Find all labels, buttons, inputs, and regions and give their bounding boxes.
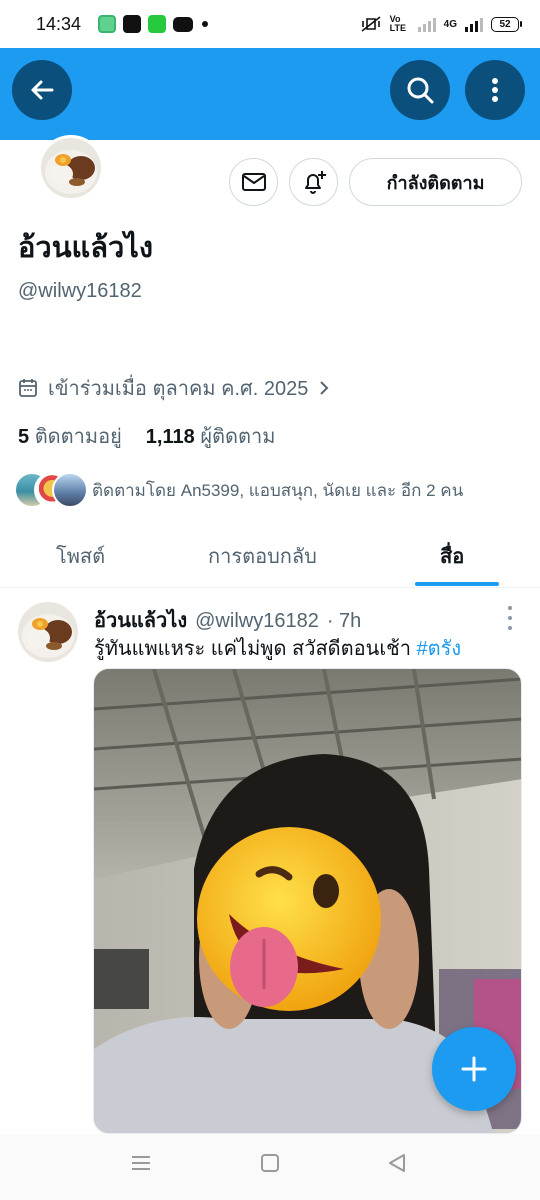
notification-dot <box>202 21 208 27</box>
home-square-icon <box>261 1154 279 1172</box>
status-bar: 14:34 Vo LTE 4G 52 <box>0 0 540 48</box>
status-time: 14:34 <box>36 13 82 34</box>
status-indicators: Vo LTE 4G 52 <box>360 15 522 33</box>
follow-stats: 5 ติดตามอยู่ 1,118 ผู้ติดตาม <box>18 420 275 452</box>
grab-icon <box>148 15 166 33</box>
following-count: 5 <box>18 426 30 448</box>
tab-media[interactable]: สื่อ <box>440 524 464 588</box>
line-icon <box>98 15 116 33</box>
mute-vibrate-icon <box>361 16 381 32</box>
compose-post-button[interactable] <box>432 1027 516 1111</box>
signal-1-icon <box>417 16 436 32</box>
triangle-back-icon <box>389 1154 405 1172</box>
recent-apps-button[interactable] <box>130 1152 152 1179</box>
status-app-icons <box>98 15 208 33</box>
profile-handle: @wilwy16182 <box>18 280 142 302</box>
profile-display-name: อ้วนแล้วไง <box>18 232 154 264</box>
envelope-icon <box>241 173 266 191</box>
signal-2-icon <box>465 16 483 32</box>
tab-replies[interactable]: การตอบกลับ <box>208 524 317 588</box>
following-label: ติดตามอยู่ <box>34 426 122 448</box>
followers-label: ผู้ติดตาม <box>200 426 276 448</box>
post-time: · 7h <box>326 610 362 632</box>
calendar-icon <box>19 379 37 397</box>
post-author-handle: @wilwy16182 <box>195 610 319 632</box>
post-hashtag[interactable]: #ตรัง <box>417 638 462 660</box>
active-tab-indicator <box>415 582 499 586</box>
volte-label: Vo LTE <box>389 14 406 33</box>
youtube-icon <box>173 16 193 32</box>
more-options-button[interactable] <box>465 60 525 120</box>
system-navigation-bar <box>0 1134 540 1200</box>
message-button[interactable] <box>229 158 278 206</box>
post-more-button[interactable] <box>505 606 515 630</box>
more-vertical-icon <box>492 78 498 102</box>
shopee-icon <box>123 15 141 33</box>
chevron-right-icon <box>320 381 329 395</box>
profile-banner <box>0 48 540 140</box>
followed-by-avatars <box>14 472 88 508</box>
search-icon <box>407 77 434 104</box>
follower-avatar-3 <box>52 472 88 508</box>
food-plate-image <box>41 138 101 198</box>
arrow-left-icon <box>31 80 54 100</box>
plus-icon <box>461 1056 487 1082</box>
home-button[interactable] <box>259 1152 281 1179</box>
followed-by-row[interactable]: ติดตามโดย An5399, แอบสนุก, นัดเย และ อีก… <box>14 472 463 508</box>
profile-avatar[interactable] <box>38 135 104 201</box>
joined-date-text: เข้าร่วมเมื่อ ตุลาคม ค.ศ. 2025 <box>48 378 309 400</box>
battery-icon: 52 <box>491 16 522 32</box>
menu-lines-icon <box>132 1156 150 1170</box>
notification-subscribe-button[interactable] <box>289 158 338 206</box>
profile-tabs: โพสต์ การตอบกลับ สื่อ <box>0 524 540 588</box>
network-label: 4G <box>443 18 457 30</box>
system-back-button[interactable] <box>386 1152 408 1179</box>
back-button[interactable] <box>12 60 72 120</box>
following-stat[interactable]: 5 ติดตามอยู่ <box>18 420 122 452</box>
battery-level: 52 <box>491 16 519 32</box>
tab-posts[interactable]: โพสต์ <box>56 524 105 588</box>
food-plate-image <box>18 602 78 662</box>
following-button[interactable]: กำลังติดตาม <box>349 158 522 206</box>
followers-count: 1,118 <box>145 426 195 448</box>
search-button[interactable] <box>390 60 450 120</box>
joined-date-row[interactable]: เข้าร่วมเมื่อ ตุลาคม ค.ศ. 2025 <box>18 372 330 404</box>
bell-plus-icon <box>304 171 326 194</box>
post-text: รู้ทันแพแหระ แค่ไม่พูด สวัสดีตอนเช้า #ตร… <box>94 632 461 664</box>
followers-stat[interactable]: 1,118 ผู้ติดตาม <box>146 420 276 452</box>
post-body: รู้ทันแพแหระ แค่ไม่พูด สวัสดีตอนเช้า <box>94 638 417 660</box>
followed-by-text: ติดตามโดย An5399, แอบสนุก, นัดเย และ อีก… <box>92 480 464 500</box>
post-author-avatar[interactable] <box>18 602 78 662</box>
